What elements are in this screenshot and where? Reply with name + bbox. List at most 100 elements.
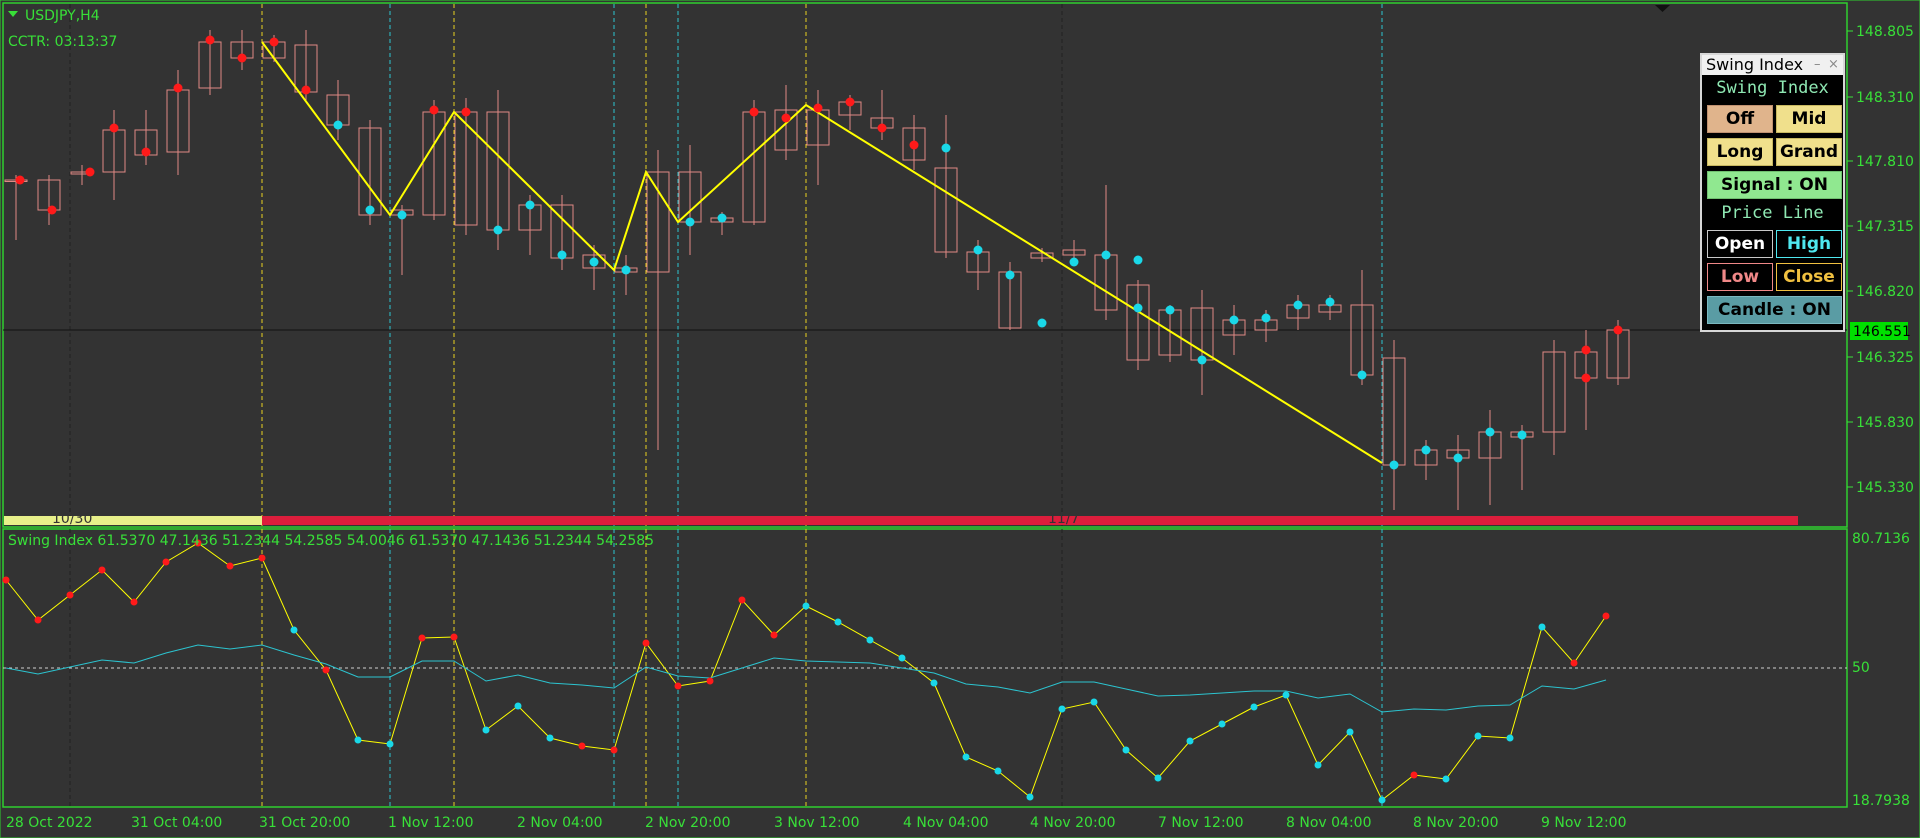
swing-high-dot <box>877 123 887 133</box>
grand-button[interactable]: Grand <box>1776 138 1842 166</box>
swing-low-dot <box>1517 430 1527 440</box>
indicator-low-dot <box>898 654 906 662</box>
swing-high-dot <box>845 97 855 107</box>
swing-index-panel: Swing Index – × Swing Index Off Mid Long… <box>1700 53 1845 332</box>
swing-low-dot <box>397 210 407 220</box>
indicator-low-dot <box>866 636 874 644</box>
time-axis-label: 4 Nov 04:00 <box>903 815 988 831</box>
indicator-high-dot <box>610 746 618 754</box>
swing-high-dot <box>813 103 823 113</box>
session-label: 10/30 <box>52 511 92 527</box>
swing-high-dot <box>781 113 791 123</box>
indicator-low-dot <box>514 702 522 710</box>
swing-high-dot <box>749 107 759 117</box>
indicator-low-dot <box>1346 728 1354 736</box>
swing-high-dot <box>301 85 311 95</box>
swing-low-dot <box>941 143 951 153</box>
price-axis-label: 146.820 <box>1856 284 1914 300</box>
panel-title: Swing Index <box>1706 55 1804 74</box>
time-axis-label: 2 Nov 04:00 <box>517 815 602 831</box>
swing-high-dot <box>429 105 439 115</box>
symbol-label: USDJPY,H4 <box>25 8 100 24</box>
chart-shift-icon[interactable] <box>1655 5 1670 12</box>
indicator-high-dot <box>2 576 10 584</box>
indicator-high-dot <box>770 631 778 639</box>
swing-low-dot <box>1133 255 1143 265</box>
swing-low-dot <box>1101 250 1111 260</box>
close-button[interactable]: Close <box>1776 263 1842 291</box>
grid-lines <box>3 329 1847 669</box>
close-icon[interactable]: × <box>1828 55 1839 75</box>
indicator-high-dot <box>578 742 586 750</box>
indicator-high-dot <box>226 562 234 570</box>
swing-low-dot <box>1485 427 1495 437</box>
indicator-low-dot <box>1538 623 1546 631</box>
swing-low-dot <box>1453 453 1463 463</box>
swing-low-dot <box>621 265 631 275</box>
mid-button[interactable]: Mid <box>1776 105 1842 133</box>
price-axis-label: 145.830 <box>1856 415 1914 431</box>
swing-high-dot <box>85 167 95 177</box>
swing-high-dot <box>109 123 119 133</box>
indicator-low-dot <box>1218 720 1226 728</box>
indicator-low-dot <box>546 734 554 742</box>
swing-low-dot <box>557 250 567 260</box>
swing-dots <box>15 35 1623 470</box>
indicator-high-dot <box>34 616 42 624</box>
panel-titlebar[interactable]: Swing Index – × <box>1702 55 1843 75</box>
signal-toggle-button[interactable]: Signal : ON <box>1707 171 1842 199</box>
indicator-high-dot <box>450 633 458 641</box>
minimize-icon[interactable]: – <box>1814 55 1821 75</box>
low-button[interactable]: Low <box>1707 263 1773 291</box>
open-button[interactable]: Open <box>1707 230 1773 258</box>
time-axis-label: 28 Oct 2022 <box>6 815 93 831</box>
price-axis-label: 145.330 <box>1856 480 1914 496</box>
zigzag-line <box>261 41 1383 464</box>
session-bar-segment <box>4 516 262 525</box>
indicator-low-dot <box>354 736 362 744</box>
long-button[interactable]: Long <box>1707 138 1773 166</box>
off-button[interactable]: Off <box>1707 105 1773 133</box>
indicator-low-dot <box>962 753 970 761</box>
time-axis-label: 4 Nov 20:00 <box>1030 815 1115 831</box>
price-axis-label: 147.315 <box>1856 219 1914 235</box>
indicator-low-dot <box>1506 734 1514 742</box>
swing-high-dot <box>1581 373 1591 383</box>
indicator-low-dot <box>802 602 810 610</box>
cctr-label: CCTR: 03:13:37 <box>8 34 117 50</box>
indicator-low-dot <box>834 618 842 626</box>
swing-low-dot <box>1165 305 1175 315</box>
swing-low-dot <box>333 120 343 130</box>
chart-area[interactable]: 10/30 11/7 148.805148.310147.810147.31514… <box>0 0 1920 838</box>
swing-low-dot <box>1197 355 1207 365</box>
time-axis-label: 1 Nov 12:00 <box>388 815 473 831</box>
swing-low-dot <box>493 225 503 235</box>
swing-low-dot <box>717 213 727 223</box>
indicator-low-dot <box>930 679 938 687</box>
indicator-high-dot <box>738 596 746 604</box>
candlesticks <box>4 30 1630 510</box>
price-line-section-label: Price Line <box>1721 203 1824 223</box>
window-frame <box>0 0 1920 838</box>
swing-low-dot <box>1261 313 1271 323</box>
time-axis-label: 8 Nov 04:00 <box>1286 815 1371 831</box>
swing-low-dot <box>1069 257 1079 267</box>
session-label: 11/7 <box>1048 511 1079 527</box>
indicator-high-dot <box>130 598 138 606</box>
swing-high-dot <box>461 107 471 117</box>
indicator-high-dot <box>66 591 74 599</box>
swing-high-dot <box>205 35 215 45</box>
high-button[interactable]: High <box>1776 230 1842 258</box>
swing-low-dot <box>589 257 599 267</box>
symbol-dropdown-icon[interactable] <box>8 11 18 17</box>
swing-high-dot <box>1613 325 1623 335</box>
indicator-high-dot <box>322 666 330 674</box>
indicator-high-dot <box>1602 612 1610 620</box>
swing-low-dot <box>1325 297 1335 307</box>
indicator-low-dot <box>1474 732 1482 740</box>
price-axis-label: 148.805 <box>1856 24 1914 40</box>
swing-high-dot <box>47 205 57 215</box>
indicator-low-dot <box>1154 774 1162 782</box>
candle-toggle-button[interactable]: Candle : ON <box>1707 296 1842 324</box>
indicator-high-dot <box>418 634 426 642</box>
